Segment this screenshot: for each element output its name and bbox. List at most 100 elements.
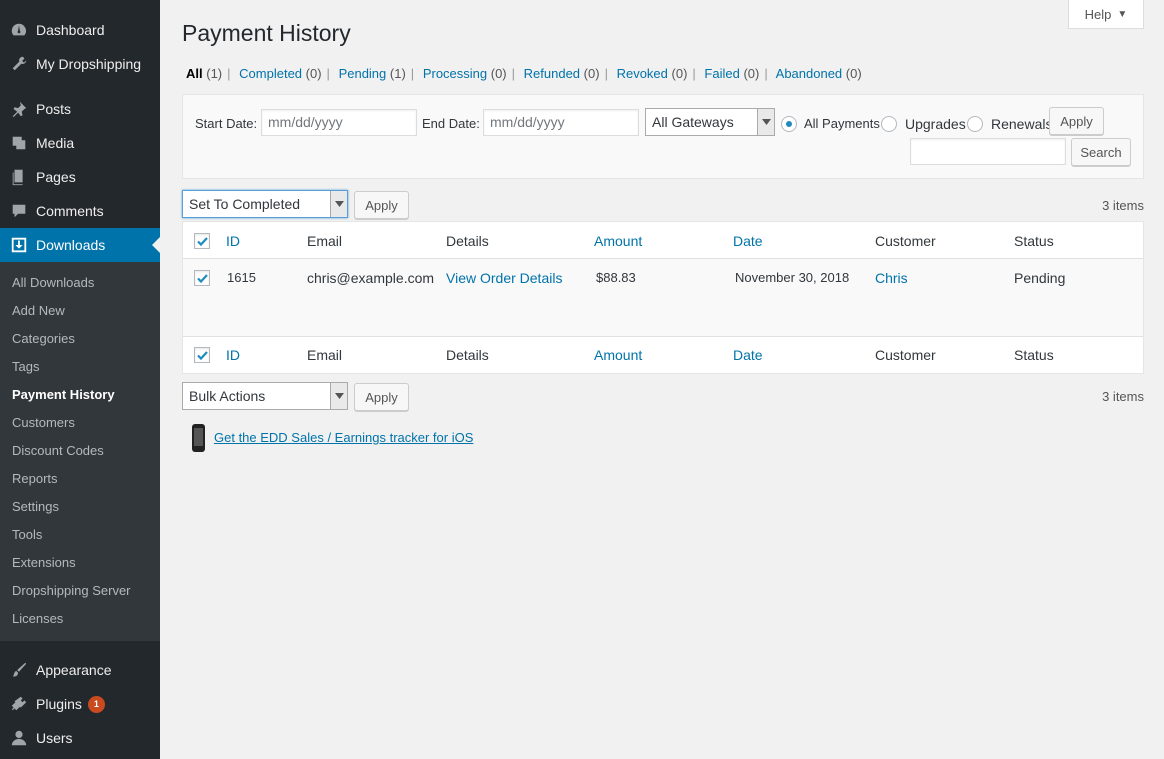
- radio-all-payments-label: All Payments: [804, 116, 880, 131]
- filter-abandoned[interactable]: Abandoned: [776, 66, 843, 81]
- submenu-extensions[interactable]: Extensions: [0, 549, 160, 577]
- view-order-details-link[interactable]: View Order Details: [446, 270, 562, 286]
- search-button[interactable]: Search: [1071, 138, 1131, 166]
- filter-count: (0): [583, 66, 600, 81]
- menu-comments[interactable]: Comments: [0, 194, 160, 228]
- menu-label: Posts: [36, 101, 72, 117]
- submenu-payment-history[interactable]: Payment History: [0, 381, 160, 409]
- comment-icon: [9, 201, 29, 221]
- main-content: Help ▼ Payment History All (1) | Complete…: [160, 0, 1164, 759]
- filter-pending[interactable]: Pending: [339, 66, 387, 81]
- submenu-tags[interactable]: Tags: [0, 353, 160, 381]
- menu-label: Plugins: [36, 696, 82, 712]
- filter-failed[interactable]: Failed: [704, 66, 739, 81]
- payment-status: Pending: [1014, 270, 1066, 286]
- menu-plugins[interactable]: Plugins 1: [0, 687, 160, 721]
- radio-all-payments[interactable]: [781, 116, 797, 132]
- filter-count: (0): [305, 66, 322, 81]
- filter-revoked[interactable]: Revoked: [617, 66, 668, 81]
- chevron-down-icon: [330, 191, 347, 217]
- customer-link[interactable]: Chris: [875, 270, 908, 286]
- user-icon: [9, 728, 29, 748]
- menu-posts[interactable]: Posts: [0, 92, 160, 126]
- column-date[interactable]: Date: [733, 233, 763, 249]
- filter-count: (0): [743, 66, 760, 81]
- submenu-all-downloads[interactable]: All Downloads: [0, 269, 160, 297]
- gateway-select[interactable]: All Gateways: [645, 108, 775, 136]
- filter-count: (1): [206, 66, 223, 81]
- wrench-icon: [9, 54, 29, 74]
- start-date-input[interactable]: mm/dd/yyyy: [261, 109, 417, 136]
- filter-apply-button[interactable]: Apply: [1049, 107, 1104, 135]
- menu-my-dropshipping[interactable]: My Dropshipping: [0, 47, 160, 81]
- filter-count: (0): [490, 66, 507, 81]
- column-id[interactable]: ID: [226, 347, 240, 363]
- filter-count: (0): [845, 66, 862, 81]
- bulk-apply-button-bottom[interactable]: Apply: [354, 383, 409, 411]
- menu-dashboard[interactable]: Dashboard: [0, 13, 160, 47]
- menu-label: Users: [36, 730, 73, 746]
- radio-upgrades-label: Upgrades: [905, 116, 966, 132]
- media-icon: [9, 133, 29, 153]
- menu-label: Dashboard: [36, 22, 105, 38]
- menu-pages[interactable]: Pages: [0, 160, 160, 194]
- submenu-dropshipping-server[interactable]: Dropshipping Server: [0, 577, 160, 605]
- bulk-action-select-bottom[interactable]: Bulk Actions: [182, 382, 348, 410]
- column-date[interactable]: Date: [733, 347, 763, 363]
- column-email: Email: [307, 347, 343, 363]
- submenu-licenses[interactable]: Licenses: [0, 605, 160, 633]
- bulk-apply-button-top[interactable]: Apply: [354, 191, 409, 219]
- radio-renewals-label: Renewals: [991, 116, 1053, 132]
- items-count-bottom: 3 items: [1102, 389, 1144, 404]
- column-id[interactable]: ID: [226, 233, 240, 249]
- radio-upgrades[interactable]: [881, 116, 897, 132]
- column-customer: Customer: [875, 233, 936, 249]
- submenu-add-new[interactable]: Add New: [0, 297, 160, 325]
- submenu-discount-codes[interactable]: Discount Codes: [0, 437, 160, 465]
- menu-label: My Dropshipping: [36, 56, 142, 72]
- bulk-action-select-top[interactable]: Set To Completed: [182, 190, 348, 218]
- filter-completed[interactable]: Completed: [239, 66, 302, 81]
- help-label: Help: [1084, 6, 1112, 22]
- payment-filters-box: Start Date: mm/dd/yyyy End Date: mm/dd/y…: [182, 94, 1144, 179]
- chevron-down-icon: [757, 109, 774, 135]
- menu-users[interactable]: Users: [0, 721, 160, 755]
- submenu-reports[interactable]: Reports: [0, 465, 160, 493]
- column-amount[interactable]: Amount: [594, 347, 642, 363]
- payment-email: chris@example.com: [307, 270, 435, 286]
- select-all-checkbox[interactable]: [194, 233, 210, 249]
- submenu-customers[interactable]: Customers: [0, 409, 160, 437]
- end-date-input[interactable]: mm/dd/yyyy: [483, 109, 639, 136]
- submenu-categories[interactable]: Categories: [0, 325, 160, 353]
- submenu-tools[interactable]: Tools: [0, 521, 160, 549]
- payment-amount: $88.83: [596, 270, 636, 285]
- search-input[interactable]: [910, 138, 1066, 165]
- radio-renewals[interactable]: [967, 116, 983, 132]
- column-status: Status: [1014, 233, 1054, 249]
- plugins-update-badge: 1: [87, 695, 105, 713]
- select-all-checkbox-footer[interactable]: [194, 347, 210, 363]
- filter-count: (1): [389, 66, 406, 81]
- column-amount[interactable]: Amount: [594, 233, 642, 249]
- plugin-icon: [9, 694, 29, 714]
- menu-appearance[interactable]: Appearance: [0, 653, 160, 687]
- menu-label: Media: [36, 135, 75, 151]
- payment-id: 1615: [227, 270, 256, 285]
- submenu-settings[interactable]: Settings: [0, 493, 160, 521]
- row-checkbox[interactable]: [194, 270, 210, 286]
- menu-downloads[interactable]: Downloads: [0, 228, 160, 262]
- brush-icon: [9, 660, 29, 680]
- payments-table: ID Email Details Amount Date Customer St…: [182, 221, 1144, 374]
- menu-media[interactable]: Media: [0, 126, 160, 160]
- phone-icon: [192, 424, 205, 452]
- filter-count: (0): [671, 66, 688, 81]
- ios-tracker-link[interactable]: Get the EDD Sales / Earnings tracker for…: [214, 430, 473, 445]
- start-date-label: Start Date:: [195, 116, 258, 131]
- gateway-selected-value: All Gateways: [652, 114, 734, 130]
- filter-processing[interactable]: Processing: [423, 66, 487, 81]
- end-date-label: End Date:: [422, 116, 480, 131]
- filter-all[interactable]: All: [186, 66, 203, 81]
- help-button[interactable]: Help ▼: [1068, 0, 1144, 29]
- filter-refunded[interactable]: Refunded: [524, 66, 580, 81]
- menu-label: Downloads: [36, 237, 106, 253]
